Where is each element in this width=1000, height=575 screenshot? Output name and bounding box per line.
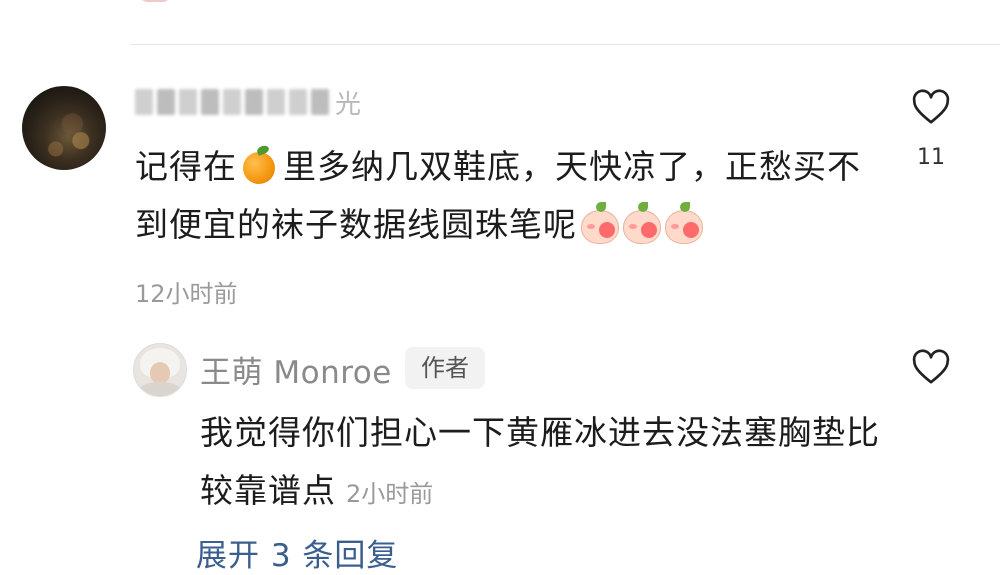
blurred-char — [135, 89, 153, 115]
reply-timestamp: 2小时前 — [346, 480, 434, 508]
username-visible-char: 光 — [335, 89, 362, 120]
peach-emoji-icon — [621, 202, 661, 244]
emoji-remnant — [138, 0, 172, 2]
peach-emoji-icon — [579, 202, 619, 244]
blurred-char — [289, 89, 307, 115]
author-avatar[interactable] — [133, 343, 187, 397]
reply-body[interactable]: 我觉得你们担心一下黄雁冰进去没法塞胸垫比较靠谱点 2小时前 — [200, 404, 900, 523]
blurred-char — [179, 89, 197, 115]
author-badge: 作者 — [405, 347, 485, 389]
blurred-char — [311, 89, 329, 115]
peach-emoji-icon — [663, 202, 703, 244]
comment-timestamp: 12小时前 — [135, 280, 238, 308]
heart-outline-icon[interactable] — [910, 88, 952, 128]
blurred-char — [245, 89, 263, 115]
heart-outline-icon[interactable] — [910, 348, 952, 388]
comment-text-part1: 记得在 — [135, 147, 237, 186]
comment-body[interactable]: 记得在 里多纳几双鞋底，天快凉了，正愁买不到便宜的袜子数据线圆珠笔呢 — [135, 138, 875, 254]
orange-emoji-icon — [241, 144, 279, 184]
blurred-char — [223, 89, 241, 115]
previous-comment-remnant — [130, 0, 210, 6]
commenter-username[interactable]: 光 — [135, 86, 362, 120]
reply-text: 我觉得你们担心一下黄雁冰进去没法塞胸垫比较靠谱点 — [200, 413, 880, 510]
expand-replies-link[interactable]: 展开 3 条回复 — [196, 530, 398, 575]
reply-author-name[interactable]: 王萌 Monroe — [200, 347, 392, 392]
divider — [130, 44, 1000, 45]
blurred-char — [267, 89, 285, 115]
blurred-char — [157, 89, 175, 115]
commenter-avatar[interactable] — [22, 86, 106, 170]
blurred-char — [201, 89, 219, 115]
like-count: 11 — [917, 145, 945, 170]
